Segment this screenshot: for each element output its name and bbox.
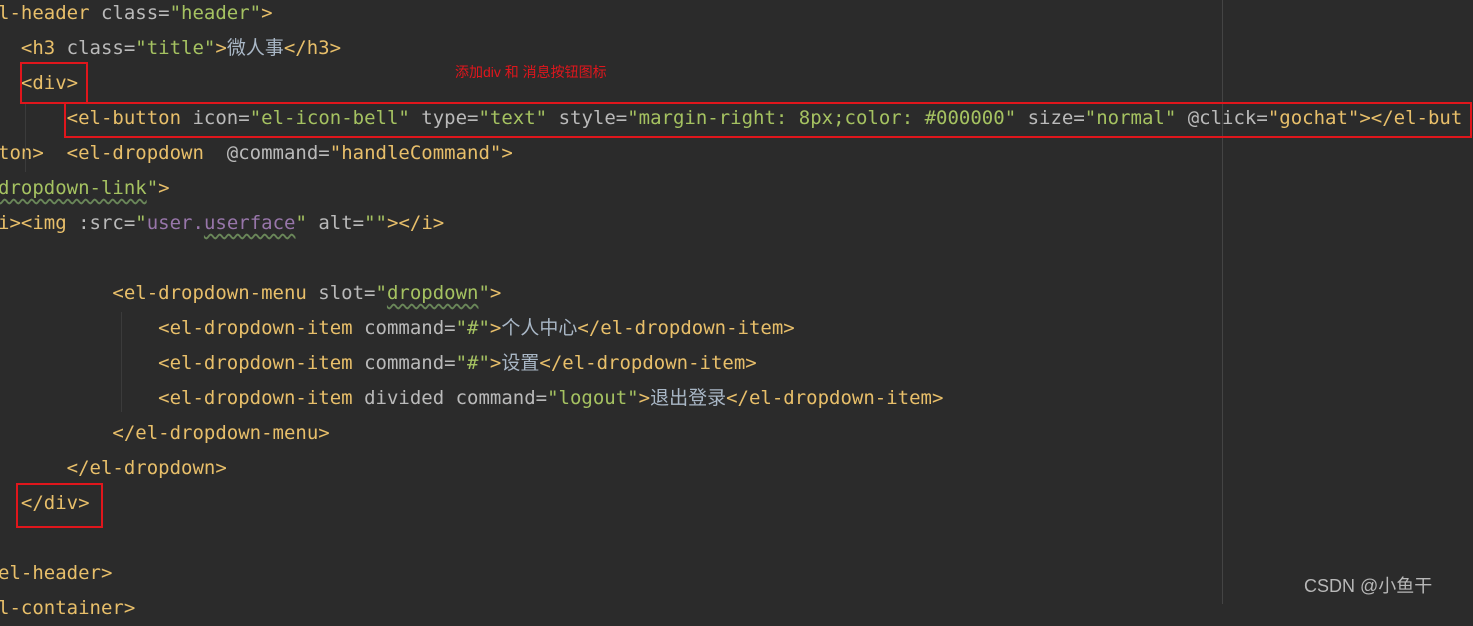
code-token: 设置 (501, 352, 540, 374)
code-line[interactable]: <el-dropdown @command="handleCommand"> (0, 136, 1471, 171)
code-token: <el-dropdown-item (0, 387, 365, 409)
code-token: > (489, 282, 502, 304)
code-line[interactable]: l-header class="header"> (0, 0, 1471, 31)
code-token: <el-dropdown-menu (0, 282, 319, 304)
code-line[interactable]: <el-dropdown-item divided command="logou… (0, 381, 1471, 416)
code-token: > (638, 387, 651, 409)
code-token: <h3 (0, 37, 67, 59)
code-token: "logout" (547, 387, 639, 409)
code-token: " (295, 212, 307, 234)
code-token: > (489, 352, 502, 374)
code-token: " (375, 282, 387, 304)
code-token: command= (364, 352, 456, 374)
code-line[interactable]: </el-dropdown> (0, 451, 1471, 486)
code-line[interactable]: dropdown-link"> (0, 171, 1471, 206)
code-token: ></i> (387, 212, 445, 234)
code-token: <el-dropdown-item (0, 317, 365, 339)
code-token: </el-dropdown-item> (726, 387, 944, 409)
code-line[interactable]: el-header> (0, 556, 1471, 591)
code-line[interactable]: </div> (0, 486, 1471, 521)
code-line[interactable]: l-container> (0, 591, 1471, 626)
code-line[interactable] (0, 241, 1471, 276)
code-token: dropdown-link (0, 177, 147, 199)
code-token: " (478, 282, 490, 304)
code-token: :src= (78, 212, 136, 234)
code-line[interactable]: <el-dropdown-menu slot="dropdown"> (0, 276, 1471, 311)
indent-guide (121, 312, 122, 412)
highlight-box-div-open (20, 62, 88, 104)
code-token: alt= (306, 212, 365, 234)
watermark: CSDN @小鱼干 (1304, 576, 1433, 596)
code-token: userface (203, 212, 296, 234)
indent-guide (25, 102, 26, 172)
code-token: "#" (455, 352, 490, 374)
code-token: l-container> (0, 597, 136, 619)
highlight-box-div-close (16, 483, 103, 528)
code-token: l-header (0, 2, 101, 24)
code-token: 微人事 (226, 37, 284, 59)
code-token: "" (364, 212, 387, 234)
code-token: </h3> (283, 37, 342, 59)
code-token: > (158, 177, 170, 199)
code-token: 退出登录 (650, 387, 727, 409)
code-token: </el-dropdown-item> (539, 352, 757, 374)
code-line[interactable]: <el-dropdown-item command="#">设置</el-dro… (0, 346, 1471, 381)
code-token: slot= (318, 282, 376, 304)
code-line[interactable]: </el-dropdown-menu> (0, 416, 1471, 451)
code-editor[interactable]: l-header class="header"> <h3 class="titl… (0, 0, 1471, 626)
code-token: > (489, 317, 502, 339)
code-line[interactable] (0, 521, 1471, 556)
code-token: " (135, 212, 147, 234)
code-token: <el-dropdown (0, 142, 227, 164)
code-token: el-header> (0, 562, 113, 584)
code-token: dropdown (386, 282, 479, 304)
code-line[interactable]: <div> (0, 66, 1471, 101)
code-token: @command= (226, 142, 330, 164)
code-token: > (215, 37, 227, 59)
code-token: > (261, 2, 273, 24)
code-token: "handleCommand" (329, 142, 502, 164)
code-token: "header" (169, 2, 262, 24)
code-token: divided command= (364, 387, 548, 409)
code-token: user. (146, 212, 204, 234)
code-line[interactable]: <el-dropdown-item command="#">个人中心</el-d… (0, 311, 1471, 346)
code-token: > (501, 142, 513, 164)
code-token: class= (66, 37, 136, 59)
code-line[interactable]: <h3 class="title">微人事</h3> (0, 31, 1471, 66)
code-token: "#" (455, 317, 490, 339)
right-margin-guide (1222, 0, 1223, 604)
code-token: </el-dropdown-menu> (0, 422, 330, 444)
annotation-text: 添加div 和 消息按钮图标 (455, 64, 607, 80)
code-token: </el-dropdown> (0, 457, 227, 479)
code-token: i><img (0, 212, 79, 234)
code-token: <el-dropdown-item (0, 352, 365, 374)
code-token: command= (364, 317, 456, 339)
code-token: 个人中心 (501, 317, 578, 339)
code-token: " (146, 177, 159, 199)
highlight-box-el-button (64, 102, 1472, 138)
code-token: class= (100, 2, 170, 24)
code-line[interactable]: i><img :src="user.userface" alt=""></i> (0, 206, 1471, 241)
code-token: "title" (135, 37, 216, 59)
code-token: </el-dropdown-item> (577, 317, 795, 339)
